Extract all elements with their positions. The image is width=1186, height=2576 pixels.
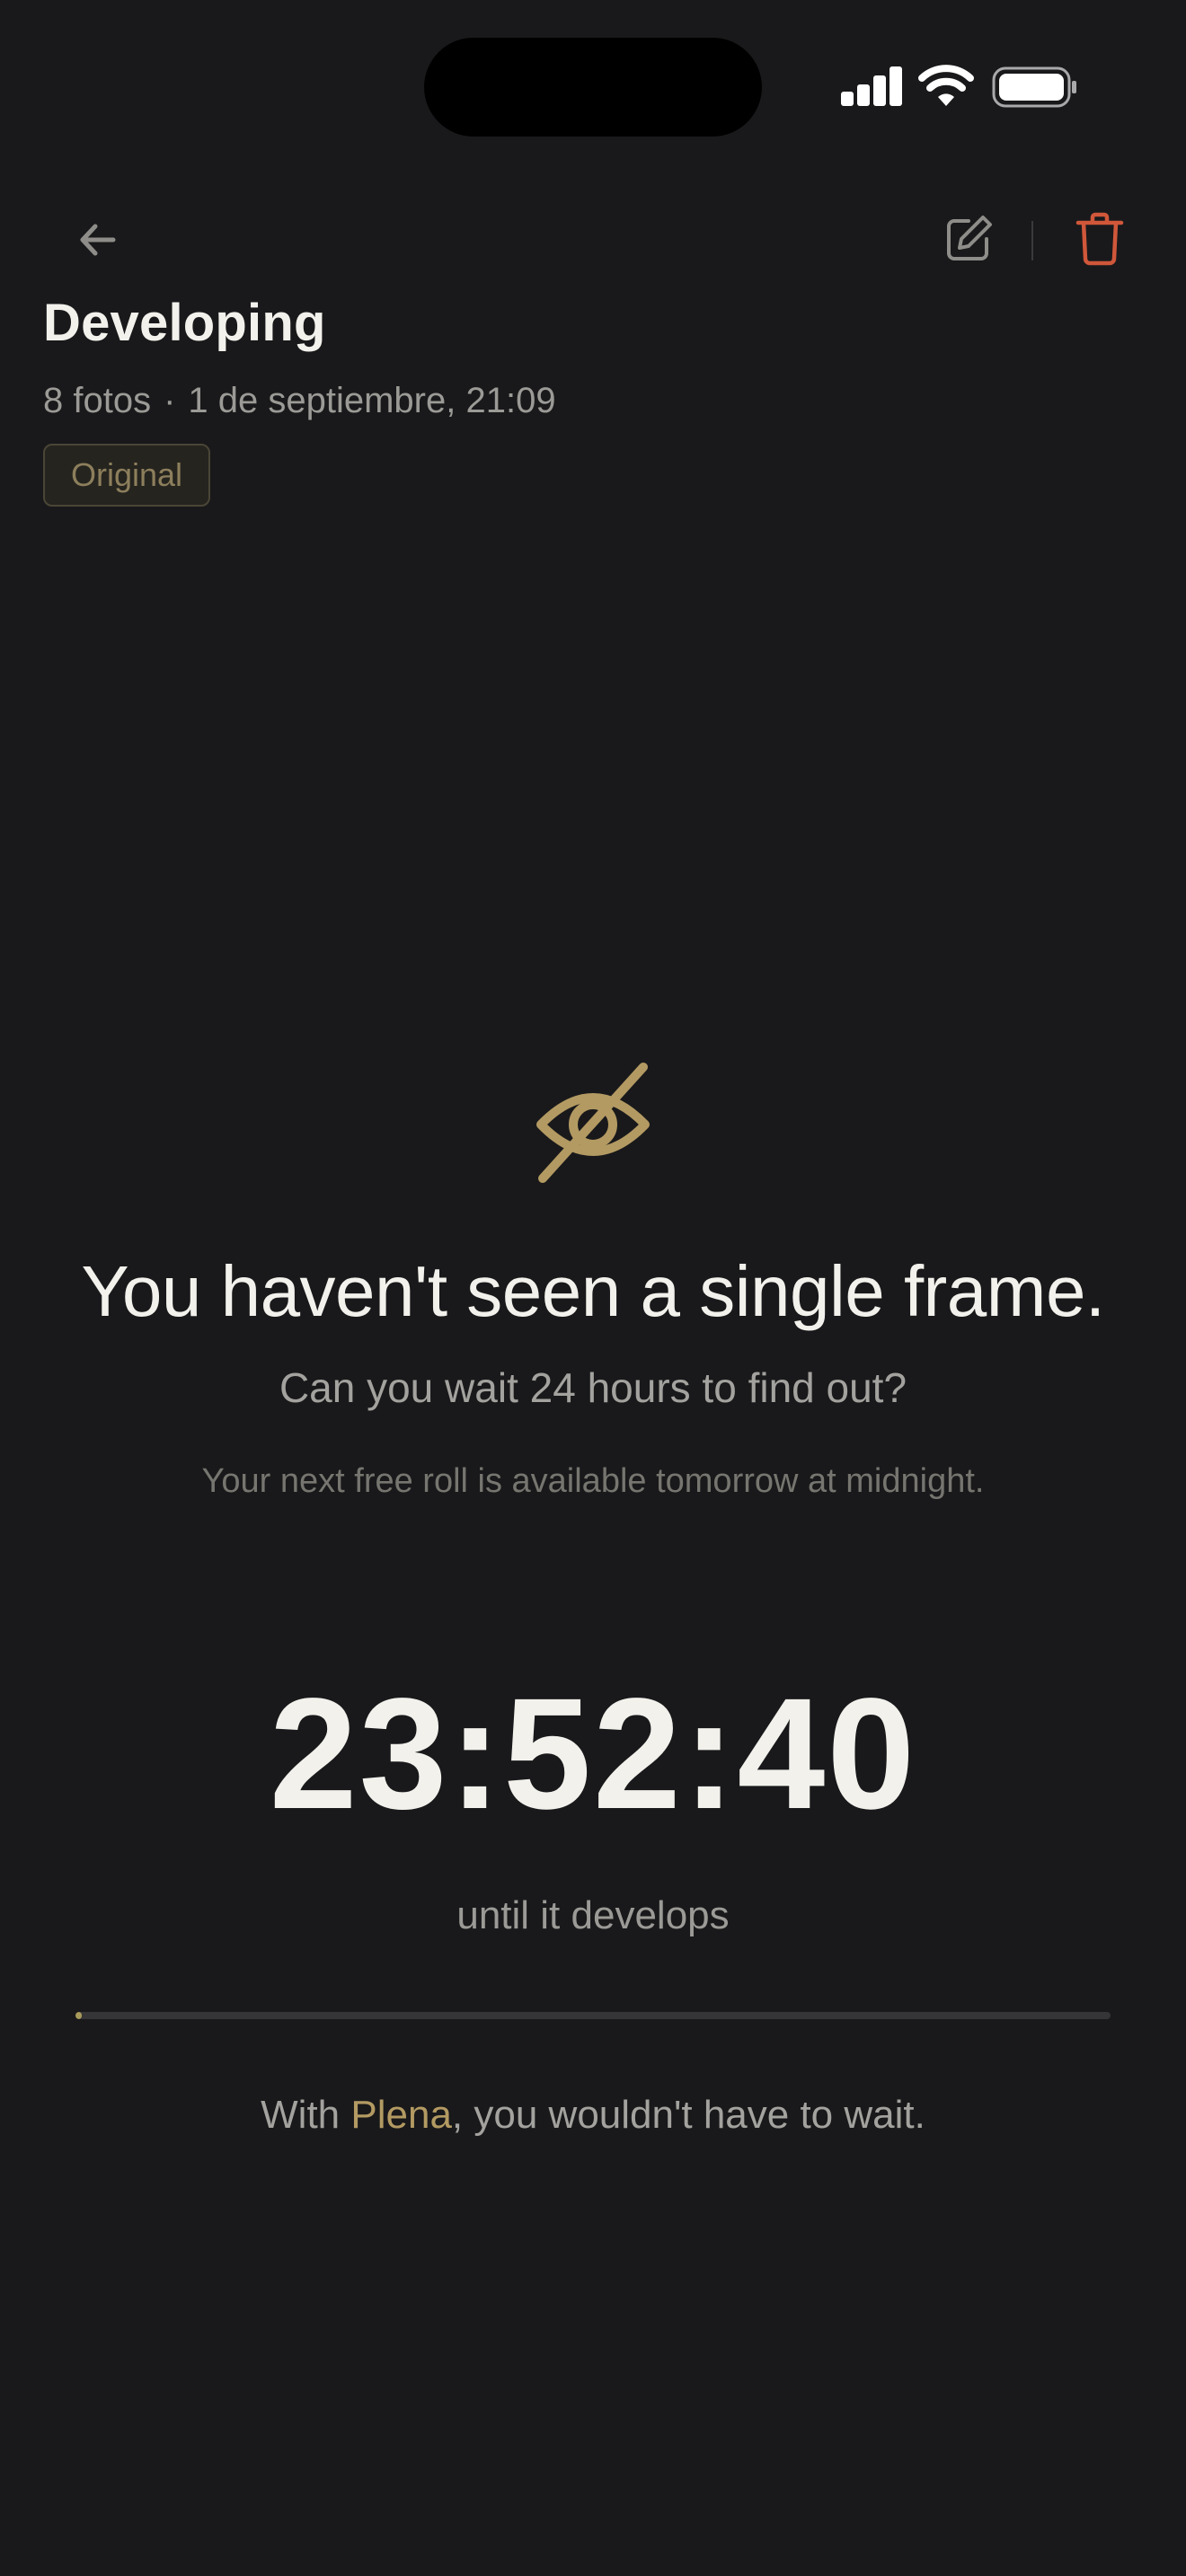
upsell-message: With Plena, you wouldn't have to wait. <box>0 2093 1186 2138</box>
pencil-square-icon[interactable] <box>943 214 994 264</box>
dynamic-island <box>424 38 762 137</box>
meta-separator: · <box>164 381 176 420</box>
countdown-timer: 23:52:40 <box>269 1666 917 1842</box>
developing-screen: Developing 8 fotos · 1 de septiembre, 21:0… <box>0 0 1186 2576</box>
countdown-label: until it develops <box>456 1893 730 1937</box>
cellular-signal-icon <box>841 66 902 106</box>
upsell-suffix: , you wouldn't have to wait. <box>451 2093 925 2137</box>
nav-divider <box>1031 221 1033 260</box>
page-title: Developing <box>43 294 326 352</box>
arrow-left-icon[interactable] <box>74 216 122 264</box>
plena-link[interactable]: Plena <box>350 2093 452 2137</box>
develop-progress-bar <box>75 2012 1111 2019</box>
eye-slash-icon <box>536 1063 650 1183</box>
photo-count: 8 fotos <box>43 381 152 420</box>
free-roll-note: Your next free roll is available tomorro… <box>201 1462 985 1500</box>
subheadline: Can you wait 24 hours to find out? <box>279 1364 907 1411</box>
film-type-badge: Original <box>43 444 210 507</box>
trash-icon[interactable] <box>1075 212 1125 266</box>
upsell-prefix: With <box>261 2093 351 2137</box>
battery-icon <box>992 66 1076 108</box>
roll-metadata: 8 fotos · 1 de septiembre, 21:09 <box>43 381 556 421</box>
headline: You haven't seen a single frame. <box>81 1251 1105 1331</box>
wifi-icon <box>918 65 974 106</box>
roll-date: 1 de septiembre, 21:09 <box>188 381 556 420</box>
develop-progress-fill <box>75 2012 82 2019</box>
